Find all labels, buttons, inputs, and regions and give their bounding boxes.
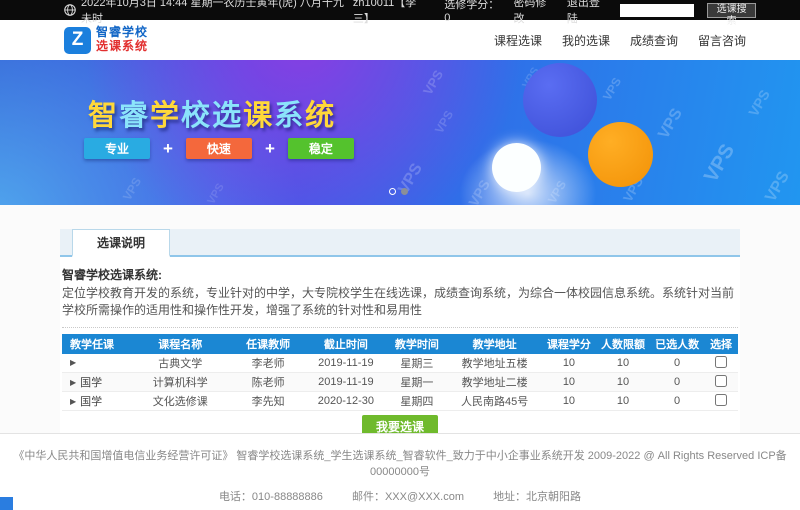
table-row: ▶ 古典文学 李老师 2019-11-19 星期三 教学地址五楼 10 10 0 [62, 354, 738, 373]
topbar: 2022年10月3日 14:44 星期一农历壬寅年(虎) 八月十九 未时 zh1… [0, 0, 800, 20]
search-button[interactable]: 选课搜索 [707, 3, 756, 18]
logo[interactable]: Z 智睿学校 选课系统 [64, 26, 148, 54]
cell-course: 古典文学 [130, 354, 231, 373]
cell-selected: 0 [650, 392, 704, 411]
carousel-dots [389, 188, 408, 195]
cell-teacher: 陈老师 [231, 373, 305, 392]
topbar-user-group: zh10011【李三】 选修学分：0 密码修改 退出登陆 选课搜索 [353, 0, 756, 26]
col-header-select: 选择 [704, 334, 738, 354]
logo-line2: 选课系统 [96, 40, 148, 54]
cell-time: 星期三 [386, 354, 447, 373]
content-card: 智睿学校选课系统: 定位学校教育开发的系统，专业针对的中学，大专院校学生在线选课… [60, 257, 740, 433]
cell-credit: 10 [542, 373, 596, 392]
table-header-row: 教学任课 课程名称 任课教师 截止时间 教学时间 教学地址 课程学分 人数限额 … [62, 334, 738, 354]
carousel-dot-1[interactable] [389, 188, 396, 195]
banner-feature-badges: 专业 + 快速 + 稳定 [84, 138, 354, 159]
cell-category: 国学 [80, 396, 102, 408]
search-input[interactable] [620, 4, 694, 17]
footer-phone: 电话：010-88888886 [219, 491, 323, 503]
cell-limit: 10 [596, 354, 650, 373]
cell-deadline: 2019-11-19 [305, 354, 386, 373]
badge-professional: 专业 [84, 138, 150, 159]
nav-item-my-courses[interactable]: 我的选课 [562, 32, 610, 49]
tab-strip: 选课说明 [60, 229, 740, 257]
username: zh10011【李三】 [353, 0, 431, 26]
logo-text: 智睿学校 选课系统 [96, 26, 148, 54]
plus-icon: + [265, 139, 275, 159]
expand-icon[interactable]: ▶ [70, 378, 76, 387]
cell-address: 教学地址二楼 [447, 373, 542, 392]
cell-course: 文化选修课 [130, 392, 231, 411]
datetime-text: 2022年10月3日 14:44 星期一农历壬寅年(虎) 八月十九 未时 [81, 0, 353, 26]
cell-credit: 10 [542, 354, 596, 373]
tab-course-instructions[interactable]: 选课说明 [72, 229, 170, 257]
decor-circle-blue [523, 63, 597, 137]
col-header-course: 课程名称 [130, 334, 231, 354]
col-header-credit: 课程学分 [542, 334, 596, 354]
cell-address: 人民南路45号 [447, 392, 542, 411]
main-section: 选课说明 智睿学校选课系统: 定位学校教育开发的系统，专业针对的中学，大专院校学… [0, 205, 800, 433]
topbar-datetime-group: 2022年10月3日 14:44 星期一农历壬寅年(虎) 八月十九 未时 [64, 0, 353, 26]
plus-icon: + [163, 139, 173, 159]
nav-item-course-select[interactable]: 课程选课 [494, 32, 542, 49]
main-nav: 课程选课 我的选课 成绩查询 留言咨询 [494, 32, 746, 49]
cell-time: 星期一 [386, 373, 447, 392]
carousel-dot-2[interactable] [401, 188, 408, 195]
cell-deadline: 2019-11-19 [305, 373, 386, 392]
logo-z-icon: Z [64, 27, 91, 54]
course-table: 教学任课 课程名称 任课教师 截止时间 教学时间 教学地址 课程学分 人数限额 … [62, 334, 738, 412]
table-row: ▶ 国学 计算机科学 陈老师 2019-11-19 星期一 教学地址二楼 10 1… [62, 373, 738, 392]
cell-selected: 0 [650, 373, 704, 392]
col-header-teacher: 任课教师 [231, 334, 305, 354]
cell-limit: 10 [596, 392, 650, 411]
col-header-limit: 人数限额 [596, 334, 650, 354]
credits: 选修学分：0 [444, 0, 500, 24]
row-checkbox[interactable] [715, 394, 727, 406]
cell-course: 计算机科学 [130, 373, 231, 392]
cell-credit: 10 [542, 392, 596, 411]
table-row: ▶国学 文化选修课 李先知 2020-12-30 星期四 人民南路45号 10 … [62, 392, 738, 411]
cell-selected: 0 [650, 354, 704, 373]
cell-time: 星期四 [386, 392, 447, 411]
logo-line1: 智睿学校 [96, 26, 148, 40]
col-header-address: 教学地址 [447, 334, 542, 354]
footer-address: 地址：北京朝阳路 [493, 491, 581, 503]
col-header-category: 教学任课 [62, 334, 130, 354]
logout-link[interactable]: 退出登陆 [567, 0, 607, 26]
intro-body: 定位学校教育开发的系统，专业针对的中学，大专院校学生在线选课，成绩查询系统，为综… [62, 285, 738, 320]
row-checkbox[interactable] [715, 375, 727, 387]
footer: 《中华人民共和国增值电信业务经营许可证》 智睿学校选课系统_学生选课系统_智睿软… [0, 433, 800, 510]
enroll-button[interactable]: 我要选课 [362, 415, 438, 433]
nav-item-grades[interactable]: 成绩查询 [630, 32, 678, 49]
cell-teacher: 李老师 [231, 354, 305, 373]
expand-icon[interactable]: ▶ [70, 358, 76, 367]
dotted-divider [62, 327, 738, 328]
col-header-selected: 已选人数 [650, 334, 704, 354]
cell-teacher: 李先知 [231, 392, 305, 411]
banner-title: 智睿学校选课系统 [88, 92, 336, 134]
cell-address: 教学地址五楼 [447, 354, 542, 373]
floating-widget[interactable] [0, 497, 13, 510]
col-header-time: 教学时间 [386, 334, 447, 354]
header: Z 智睿学校 选课系统 课程选课 我的选课 成绩查询 留言咨询 [0, 20, 800, 60]
select-button-wrap: 我要选课 [62, 415, 738, 433]
footer-email: 邮件：XXX@XXX.com [352, 491, 464, 503]
globe-icon [64, 4, 76, 16]
badge-fast: 快速 [186, 138, 252, 159]
change-password-link[interactable]: 密码修改 [513, 0, 553, 26]
decor-circle-orange [588, 122, 653, 187]
cell-limit: 10 [596, 373, 650, 392]
row-checkbox[interactable] [715, 356, 727, 368]
badge-stable: 稳定 [288, 138, 354, 159]
intro-heading: 智睿学校选课系统: [62, 266, 738, 283]
cell-category: 国学 [80, 377, 102, 389]
hero-banner: VPSVPSVPSVPSVPSVPSVPSVPSVPSVPSVPSVPSVPSV… [0, 60, 800, 205]
footer-contact: 电话：010-88888886 邮件：XXX@XXX.com 地址：北京朝阳路 [0, 488, 800, 504]
decor-circle-white [492, 143, 541, 192]
footer-copyright: 《中华人民共和国增值电信业务经营许可证》 智睿学校选课系统_学生选课系统_智睿软… [0, 447, 800, 479]
expand-icon[interactable]: ▶ [70, 397, 76, 406]
nav-item-messages[interactable]: 留言咨询 [698, 32, 746, 49]
col-header-deadline: 截止时间 [305, 334, 386, 354]
cell-deadline: 2020-12-30 [305, 392, 386, 411]
